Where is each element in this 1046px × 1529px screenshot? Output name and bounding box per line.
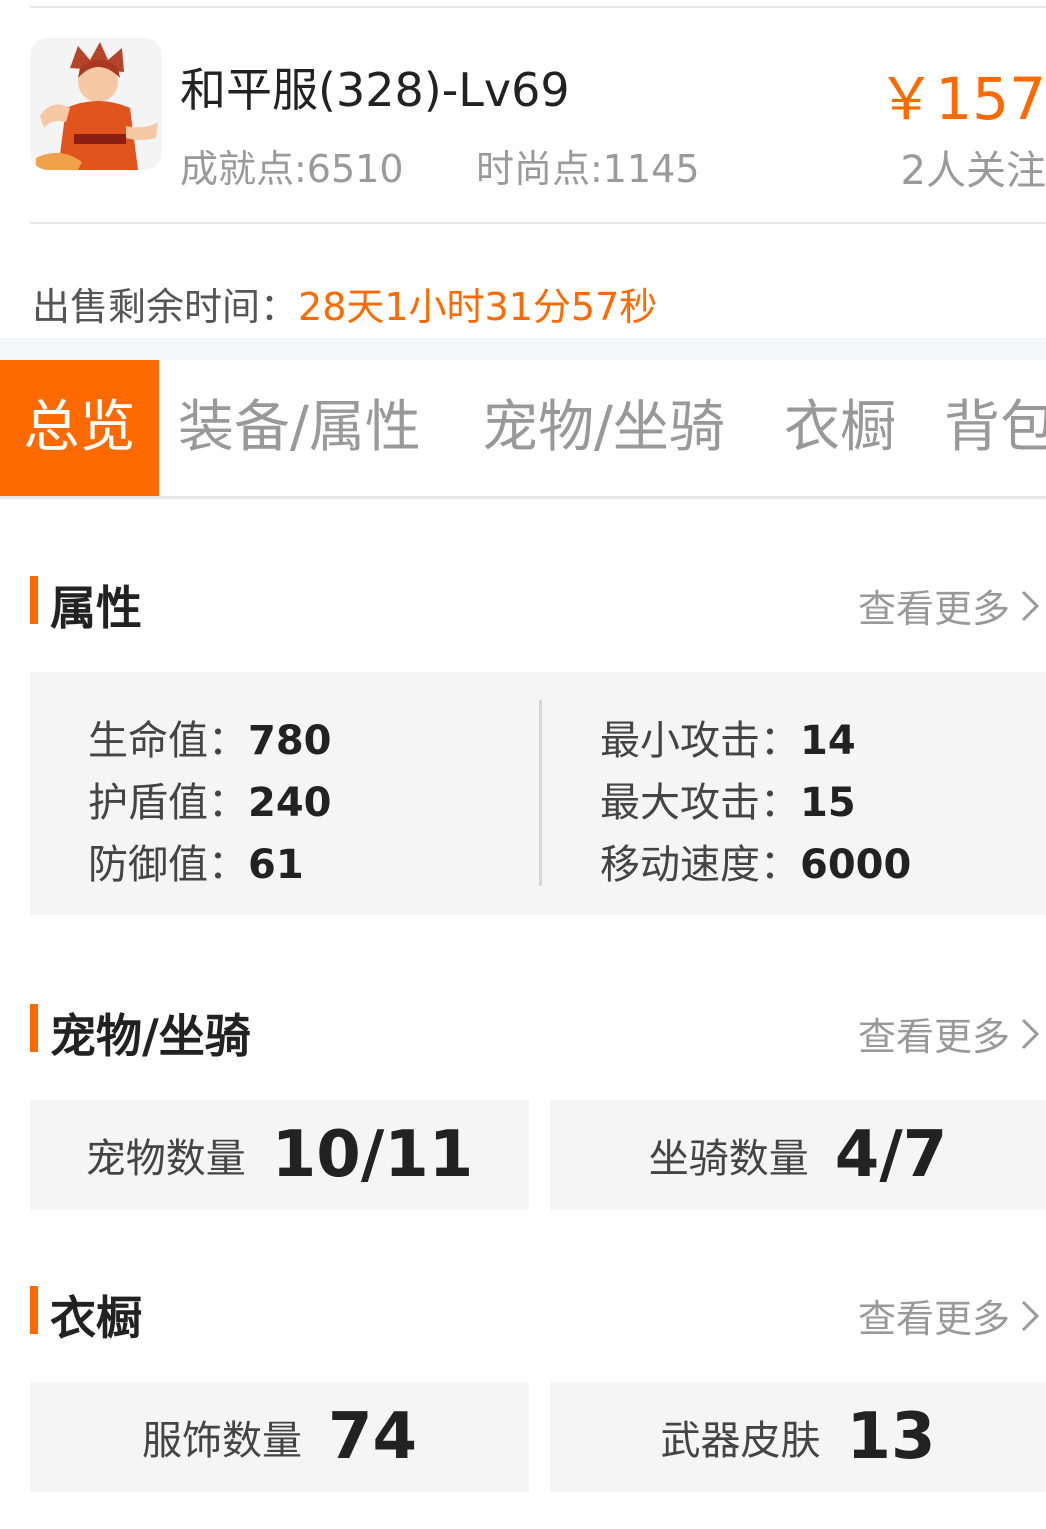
tab-overview[interactable]: 总览 bbox=[0, 360, 159, 496]
attr-value: 780 bbox=[248, 718, 332, 764]
follower-count: 2人关注 bbox=[900, 148, 1046, 194]
section-title-wardrobe: 衣橱 bbox=[50, 1291, 142, 1345]
attr-value: 6000 bbox=[800, 842, 912, 888]
attr-move-speed: 移动速度：6000 bbox=[600, 832, 911, 890]
tab-pets-mounts[interactable]: 宠物/坐骑 bbox=[482, 360, 725, 496]
character-avatar[interactable] bbox=[30, 38, 162, 170]
view-more-label: 查看更多 bbox=[857, 1015, 1010, 1059]
attr-label: 生命值： bbox=[88, 718, 248, 764]
server-level-title: 和平服(328)-Lv69 bbox=[180, 63, 570, 117]
timer-value: 28天1小时31分57秒 bbox=[298, 285, 658, 329]
outfit-count-card: 服饰数量 74 bbox=[30, 1382, 529, 1492]
card-value: 13 bbox=[846, 1400, 936, 1474]
attr-label: 护盾值： bbox=[88, 780, 248, 826]
top-divider bbox=[30, 6, 1046, 8]
tab-bar: 总览 装备/属性 宠物/坐骑 衣橱 背包 bbox=[0, 360, 1046, 496]
tab-bar-border bbox=[0, 496, 1046, 499]
card-label: 服饰数量 bbox=[141, 1418, 302, 1464]
attr-hp: 生命值：780 bbox=[88, 708, 332, 766]
section-spacer bbox=[0, 338, 1046, 360]
view-more-attributes[interactable]: 查看更多 bbox=[858, 578, 1040, 633]
price: ￥157 bbox=[877, 65, 1046, 133]
section-title-pets-mounts: 宠物/坐骑 bbox=[50, 1009, 251, 1063]
attr-value: 15 bbox=[800, 780, 856, 826]
card-value: 74 bbox=[327, 1400, 418, 1474]
card-label: 武器皮肤 bbox=[660, 1418, 821, 1464]
tab-backpack[interactable]: 背包 bbox=[944, 360, 1046, 496]
attr-max-attack: 最大攻击：15 bbox=[600, 770, 856, 828]
section-title-attributes: 属性 bbox=[50, 581, 142, 635]
attr-value: 61 bbox=[248, 842, 304, 888]
section-accent-bar bbox=[30, 1286, 38, 1334]
attr-value: 240 bbox=[248, 780, 332, 826]
character-portrait-icon bbox=[30, 38, 162, 170]
tab-wardrobe[interactable]: 衣橱 bbox=[784, 360, 896, 496]
pet-count-card: 宠物数量 10/11 bbox=[30, 1100, 529, 1210]
attr-label: 最小攻击： bbox=[600, 718, 800, 764]
view-more-pets-mounts[interactable]: 查看更多 bbox=[858, 1006, 1040, 1061]
view-more-label: 查看更多 bbox=[857, 1297, 1010, 1341]
card-value: 10/11 bbox=[271, 1118, 474, 1192]
attr-value: 14 bbox=[800, 718, 856, 764]
fashion-points: 时尚点:1145 bbox=[476, 147, 700, 191]
header-divider bbox=[30, 222, 1046, 224]
attr-defense: 防御值：61 bbox=[88, 832, 304, 890]
attr-label: 移动速度： bbox=[600, 842, 800, 888]
card-label: 坐骑数量 bbox=[648, 1136, 809, 1182]
section-accent-bar bbox=[30, 576, 38, 624]
achievement-points: 成就点:6510 bbox=[180, 147, 404, 191]
attributes-divider bbox=[539, 700, 542, 886]
timer-label: 出售剩余时间： bbox=[32, 285, 299, 329]
view-more-label: 查看更多 bbox=[857, 587, 1010, 631]
card-label: 宠物数量 bbox=[85, 1136, 246, 1182]
tab-equipment-attributes[interactable]: 装备/属性 bbox=[178, 360, 421, 496]
weapon-skin-card: 武器皮肤 13 bbox=[550, 1382, 1046, 1492]
chevron-right-icon bbox=[1021, 590, 1040, 621]
view-more-wardrobe[interactable]: 查看更多 bbox=[858, 1288, 1040, 1343]
section-accent-bar bbox=[30, 1004, 38, 1052]
sale-remaining-time: 出售剩余时间：28天1小时31分57秒 bbox=[32, 276, 657, 331]
attr-min-attack: 最小攻击：14 bbox=[600, 708, 856, 766]
mount-count-card: 坐骑数量 4/7 bbox=[550, 1100, 1046, 1210]
attr-shield: 护盾值：240 bbox=[88, 770, 332, 828]
chevron-right-icon bbox=[1021, 1300, 1040, 1331]
chevron-right-icon bbox=[1021, 1018, 1040, 1049]
card-value: 4/7 bbox=[834, 1118, 948, 1192]
attr-label: 防御值： bbox=[88, 842, 248, 888]
attr-label: 最大攻击： bbox=[600, 780, 800, 826]
